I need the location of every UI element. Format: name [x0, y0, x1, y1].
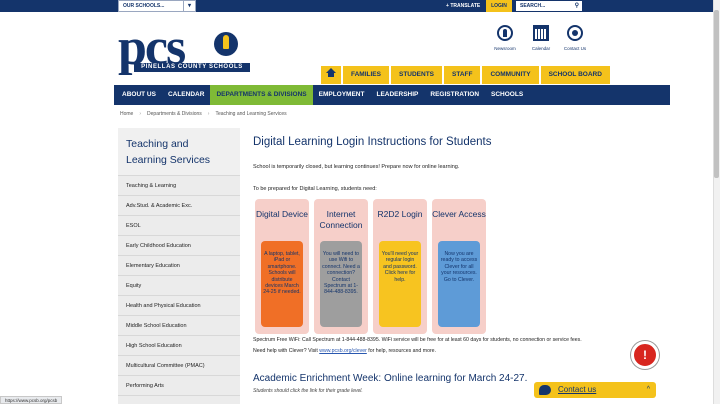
search-icon[interactable]: ⚲ — [575, 1, 579, 11]
chevron-down-icon: ▾ — [183, 1, 195, 11]
newsroom-icon — [497, 25, 513, 41]
breadcrumb-home[interactable]: Home — [120, 111, 133, 117]
sidebar-title: Teaching and Learning Services — [118, 128, 240, 176]
top-utility-bar: OUR SCHOOLS... ▾ + TRANSLATE LOGIN SEARC… — [0, 0, 720, 12]
card-digital-device: Digital Device A laptop, tablet, iPad or… — [255, 199, 309, 334]
breadcrumb: Home › Departments & Divisions › Teachin… — [120, 111, 287, 117]
calendar-link[interactable]: Calendar — [526, 25, 556, 51]
search-placeholder: SEARCH... — [520, 3, 546, 9]
translate-button[interactable]: + TRANSLATE — [446, 0, 480, 12]
breadcrumb-current: Teaching and Learning Services — [215, 111, 287, 117]
tab-staff[interactable]: STAFF — [444, 66, 481, 84]
tab-families[interactable]: FAMILIES — [343, 66, 389, 84]
card-body[interactable]: You'll need your regular login and passw… — [379, 241, 421, 327]
enrichment-subtitle: Students should click the link for their… — [253, 388, 363, 394]
clever-help-text: Need help with Clever? Visit — [253, 348, 320, 354]
sidebar-item-teaching-learning[interactable]: Teaching & Learning — [118, 176, 240, 196]
requirements-intro: To be prepared for Digital Learning, stu… — [253, 186, 377, 192]
contact-us-widget[interactable]: Contact us ^ — [534, 382, 656, 398]
card-title: Digital Device — [256, 209, 308, 219]
nav-schools[interactable]: SCHOOLS — [485, 85, 529, 105]
alert-icon: ! — [643, 348, 647, 362]
nav-registration[interactable]: REGISTRATION — [424, 85, 485, 105]
card-title: R2D2 Login — [377, 209, 423, 219]
chevron-up-icon[interactable]: ^ — [647, 382, 650, 398]
clever-help-link[interactable]: www.pcsb.org/clever — [319, 348, 367, 354]
clever-help-suffix: for help, resources and more. — [366, 348, 437, 354]
nav-employment[interactable]: EMPLOYMENT — [313, 85, 371, 105]
sidebar-item-multicultural[interactable]: Multicultural Committee (PMAC) — [118, 356, 240, 376]
sidebar-item-performing-arts[interactable]: Performing Arts — [118, 376, 240, 396]
torch-icon — [214, 32, 238, 56]
our-schools-select[interactable]: OUR SCHOOLS... ▾ — [118, 0, 196, 12]
clever-help-note: Need help with Clever? Visit www.pcsb.or… — [253, 348, 436, 354]
sidebar-item-esol[interactable]: ESOL — [118, 216, 240, 236]
contact-us-link[interactable]: Contact Us — [560, 25, 590, 51]
search-input[interactable]: SEARCH... ⚲ — [516, 1, 582, 11]
breadcrumb-separator: › — [139, 111, 142, 117]
logo-county-name: PINELLAS COUNTY SCHOOLS — [134, 63, 250, 72]
nav-about-us[interactable]: ABOUT US — [116, 85, 162, 105]
contact-us-label: Contact Us — [563, 46, 587, 51]
card-body: A laptop, tablet, iPad or smartphone. Sc… — [261, 241, 303, 327]
sidebar-item-equity[interactable]: Equity — [118, 276, 240, 296]
home-tab[interactable] — [321, 66, 341, 84]
our-schools-label: OUR SCHOOLS... — [123, 3, 165, 9]
sidebar-item-health-pe[interactable]: Health and Physical Education — [118, 296, 240, 316]
closure-notice: School is temporarily closed, but learni… — [253, 164, 460, 170]
sidebar-item-early-childhood[interactable]: Early Childhood Education — [118, 236, 240, 256]
login-button[interactable]: LOGIN — [486, 0, 512, 12]
breadcrumb-departments[interactable]: Departments & Divisions — [147, 111, 202, 117]
calendar-label: Calendar — [531, 46, 551, 51]
sidebar-item-advanced-studies[interactable]: Adv.Stud. & Academic Exc. — [118, 196, 240, 216]
card-body[interactable]: Now you are ready to access Clever for a… — [438, 241, 480, 327]
sidebar-item-middle-school[interactable]: Middle School Education — [118, 316, 240, 336]
card-clever-access[interactable]: Clever Access Now you are ready to acces… — [432, 199, 486, 334]
sidebar-item-elementary[interactable]: Elementary Education — [118, 256, 240, 276]
nav-departments-divisions[interactable]: DEPARTMENTS & DIVISIONS — [210, 85, 313, 105]
main-navigation: ABOUT US CALENDAR DEPARTMENTS & DIVISION… — [114, 85, 670, 105]
calendar-icon — [533, 25, 549, 41]
audience-tabs: FAMILIES STUDENTS STAFF COMMUNITY SCHOOL… — [321, 66, 610, 84]
card-internet-connection: Internet Connection You will need to use… — [314, 199, 368, 334]
pcs-logo[interactable]: pcs PINELLAS COUNTY SCHOOLS — [118, 20, 250, 76]
card-r2d2-login[interactable]: R2D2 Login You'll need your regular logi… — [373, 199, 427, 334]
contact-us-widget-label[interactable]: Contact us — [558, 382, 596, 398]
nav-leadership[interactable]: LEADERSHIP — [370, 85, 424, 105]
newsroom-link[interactable]: Newsroom — [490, 25, 520, 51]
newsroom-label: Newsroom — [494, 46, 516, 51]
breadcrumb-separator: › — [207, 111, 210, 117]
tab-community[interactable]: COMMUNITY — [482, 66, 539, 84]
tab-school-board[interactable]: SCHOOL BOARD — [540, 66, 610, 84]
chat-icon — [567, 25, 583, 41]
card-title: Clever Access — [432, 209, 486, 219]
enrichment-heading: Academic Enrichment Week: Online learnin… — [253, 373, 528, 384]
card-body: You will need to use Wifi to connect. Ne… — [320, 241, 362, 327]
translate-label: TRANSLATE — [450, 3, 481, 9]
chat-bubble-icon — [539, 385, 551, 395]
alert-button[interactable]: ! — [631, 341, 659, 369]
nav-calendar[interactable]: CALENDAR — [162, 85, 210, 105]
tab-students[interactable]: STUDENTS — [390, 66, 443, 84]
sidebar: Teaching and Learning Services Teaching … — [118, 128, 240, 404]
page-title: Digital Learning Login Instructions for … — [253, 136, 492, 148]
scrollbar-thumb[interactable] — [714, 10, 719, 178]
spectrum-wifi-note: Spectrum Free WiFi: Call Spectrum at 1-8… — [253, 337, 582, 343]
card-title: Internet Connection — [319, 209, 363, 230]
home-icon — [326, 68, 336, 79]
sidebar-item-high-school[interactable]: High School Education — [118, 336, 240, 356]
status-bar-url: https://www.pcsb.org/pcsb — [0, 396, 63, 404]
